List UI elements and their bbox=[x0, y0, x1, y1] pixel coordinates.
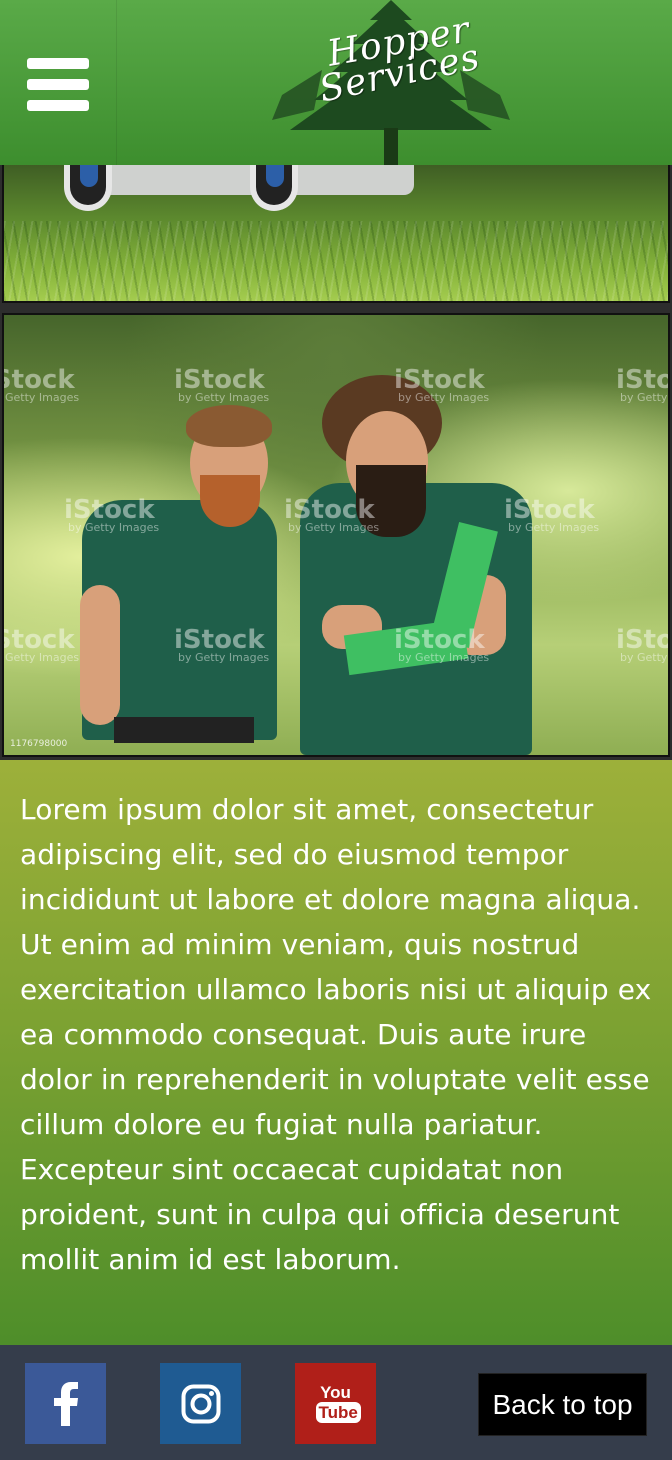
watermark: iStockby Getty Images bbox=[616, 365, 668, 404]
youtube-link[interactable]: You Tube bbox=[295, 1363, 376, 1444]
facebook-icon bbox=[53, 1381, 78, 1426]
mower-wheel-right bbox=[250, 165, 298, 211]
body-paragraph: Lorem ipsum dolor sit amet, consectetur … bbox=[20, 793, 652, 1276]
content-section: Lorem ipsum dolor sit amet, consectetur … bbox=[0, 760, 672, 1345]
site-header: Hopper Services bbox=[0, 0, 672, 165]
hamburger-menu-button[interactable] bbox=[0, 0, 117, 165]
lawn-mower-photo bbox=[2, 165, 670, 303]
watermark: iStockby Getty Images bbox=[4, 365, 80, 404]
menu-bar-middle bbox=[27, 79, 89, 90]
site-footer: You Tube Back to top bbox=[0, 1345, 672, 1460]
youtube-icon: You Tube bbox=[315, 1384, 361, 1423]
menu-bar-bottom bbox=[27, 100, 89, 111]
watermark: iStockby Getty Images bbox=[174, 365, 270, 404]
stock-photo-id: 1176798000 bbox=[10, 739, 68, 749]
watermark: iStockby Getty Images bbox=[284, 495, 380, 534]
gardeners-photo: iStockby Getty Images iStockby Getty Ima… bbox=[2, 313, 670, 757]
watermark: iStockby Getty Images bbox=[394, 365, 490, 404]
back-to-top-button[interactable]: Back to top bbox=[478, 1373, 647, 1436]
site-logo[interactable]: Hopper Services bbox=[262, 0, 520, 165]
watermark: iStockby Getty Images bbox=[394, 625, 490, 664]
watermark: iStockby Getty Images bbox=[4, 625, 80, 664]
watermark: iStockby Getty Images bbox=[504, 495, 600, 534]
grass-texture bbox=[4, 221, 668, 301]
watermark: iStockby Getty Images bbox=[64, 495, 160, 534]
watermark: iStockby Getty Images bbox=[616, 625, 668, 664]
mower-deck bbox=[84, 165, 414, 195]
instagram-icon bbox=[181, 1384, 220, 1423]
facebook-link[interactable] bbox=[25, 1363, 106, 1444]
watermark: iStockby Getty Images bbox=[174, 625, 270, 664]
instagram-link[interactable] bbox=[160, 1363, 241, 1444]
mower-wheel-left bbox=[64, 165, 112, 211]
menu-bar-top bbox=[27, 58, 89, 69]
